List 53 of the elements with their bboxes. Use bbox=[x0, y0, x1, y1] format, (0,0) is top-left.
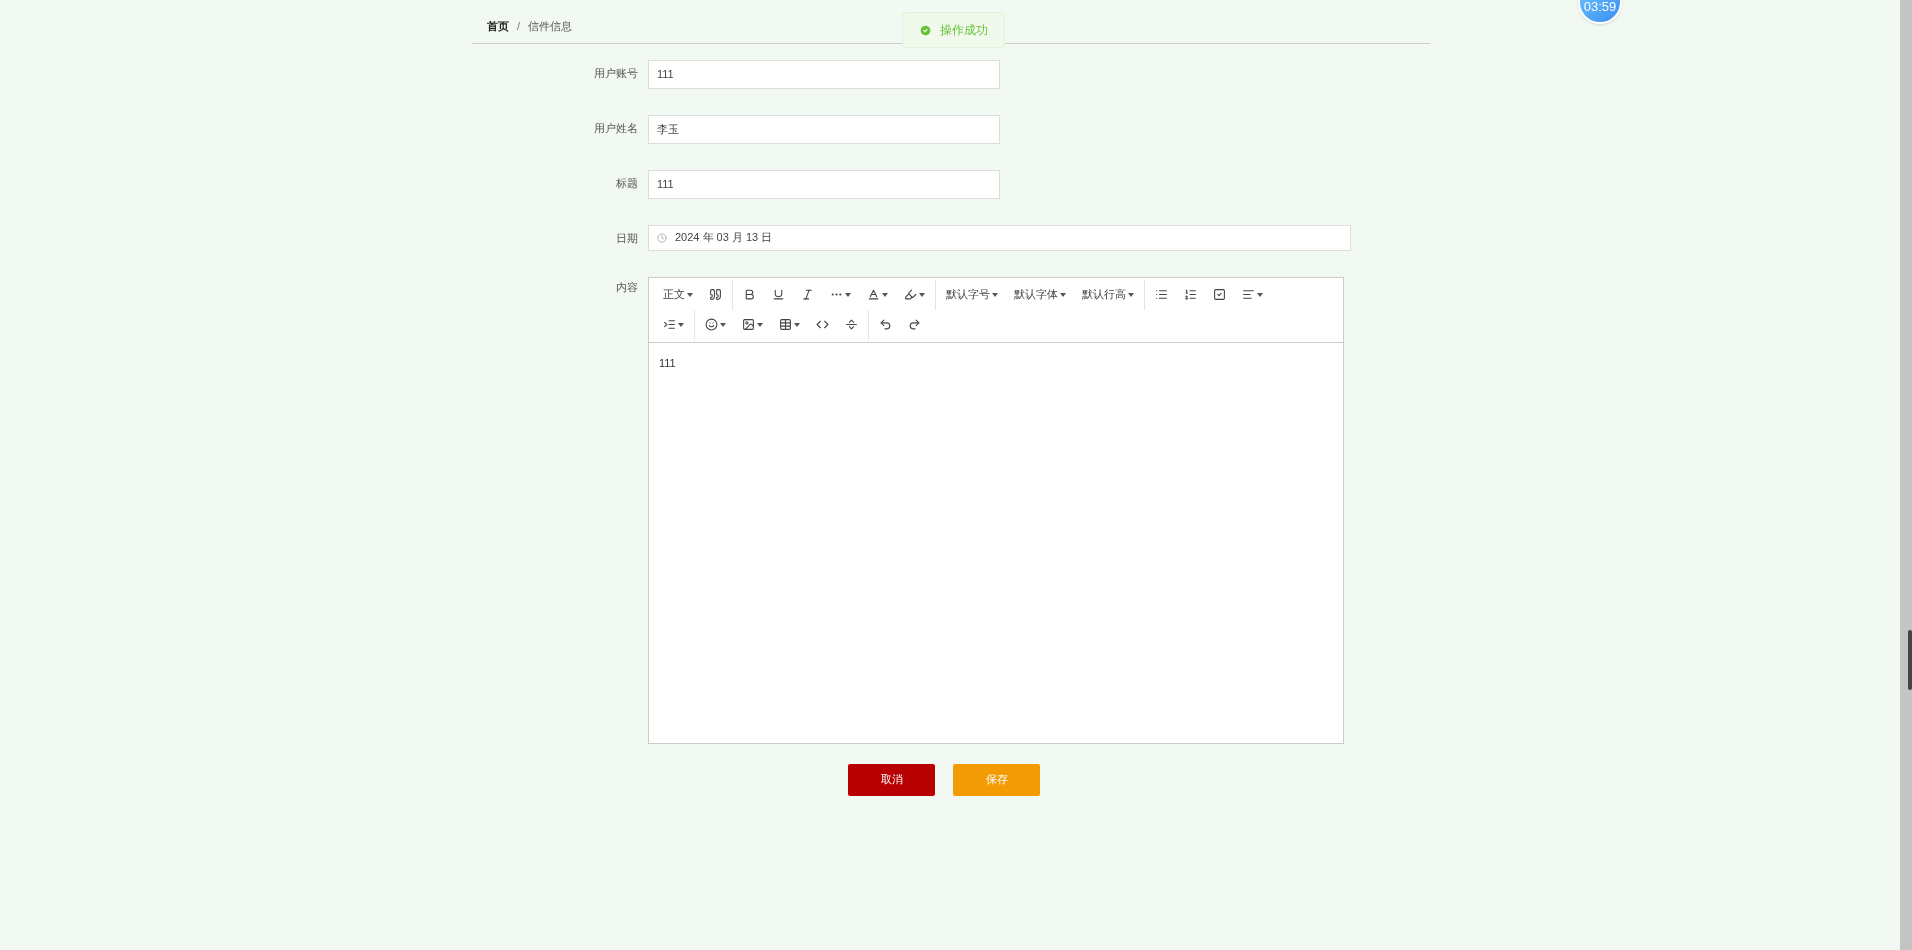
caret-icon bbox=[1257, 292, 1263, 297]
caret-icon bbox=[678, 322, 684, 327]
bold-icon bbox=[743, 288, 756, 301]
highlight-icon bbox=[904, 288, 917, 301]
caret-icon bbox=[757, 322, 763, 327]
date-field[interactable]: 2024 年 03 月 13 日 bbox=[648, 224, 1351, 251]
caret-icon bbox=[794, 322, 800, 327]
toolbar-dropdown[interactable]: 默认字体 bbox=[1006, 281, 1074, 308]
caret-icon bbox=[720, 322, 726, 327]
input-field[interactable]: 111 bbox=[648, 169, 1000, 199]
toast-message: 操作成功 bbox=[940, 22, 988, 39]
undo-icon bbox=[879, 318, 892, 331]
emoji-icon bbox=[705, 318, 718, 331]
redo-icon bbox=[908, 318, 921, 331]
breadcrumb-item: 信件信息 bbox=[528, 19, 573, 34]
field-label: 用户账号 bbox=[593, 65, 639, 81]
clock-icon bbox=[657, 232, 667, 243]
numbered-list-icon bbox=[1184, 288, 1197, 301]
font-color-icon bbox=[867, 288, 880, 301]
field-label: 内容 bbox=[615, 279, 639, 295]
caret-icon bbox=[1060, 292, 1066, 297]
indent-icon bbox=[663, 318, 676, 331]
caret-icon bbox=[919, 292, 925, 297]
breadcrumb-separator: / bbox=[517, 19, 521, 34]
countdown-timer: 03:59 bbox=[1578, 0, 1622, 24]
align-left-icon bbox=[1242, 288, 1255, 301]
checkbox-icon bbox=[1213, 288, 1226, 301]
cancel-button[interactable]: 取消 bbox=[848, 763, 935, 796]
divider-icon bbox=[845, 318, 858, 331]
code-icon bbox=[816, 318, 829, 331]
input-field[interactable]: 李玉 bbox=[648, 114, 1000, 144]
quote-icon bbox=[709, 288, 722, 301]
table-icon bbox=[779, 318, 792, 331]
caret-icon bbox=[687, 292, 693, 297]
caret-icon bbox=[845, 292, 851, 297]
bullet-list-icon bbox=[1155, 288, 1168, 301]
underline-icon bbox=[772, 288, 785, 301]
image-icon bbox=[742, 318, 755, 331]
breadcrumb-item[interactable]: 首页 bbox=[487, 18, 509, 35]
italic-icon bbox=[801, 288, 814, 301]
success-icon bbox=[919, 23, 932, 37]
toolbar-dropdown[interactable]: 默认行高 bbox=[1074, 281, 1142, 308]
date-value: 2024 年 03 月 13 日 bbox=[675, 230, 773, 246]
editor-text[interactable]: 111 bbox=[659, 354, 1333, 371]
input-field[interactable]: 111 bbox=[648, 59, 1000, 89]
caret-icon bbox=[882, 292, 888, 297]
field-label: 用户姓名 bbox=[593, 120, 639, 136]
toolbar-dropdown[interactable]: 正文 bbox=[655, 281, 701, 308]
field-label: 日期 bbox=[615, 230, 639, 246]
caret-icon bbox=[1128, 292, 1134, 297]
field-label: 标题 bbox=[615, 175, 639, 191]
toolbar-dropdown[interactable]: 默认字号 bbox=[938, 281, 1006, 308]
caret-icon bbox=[992, 292, 998, 297]
